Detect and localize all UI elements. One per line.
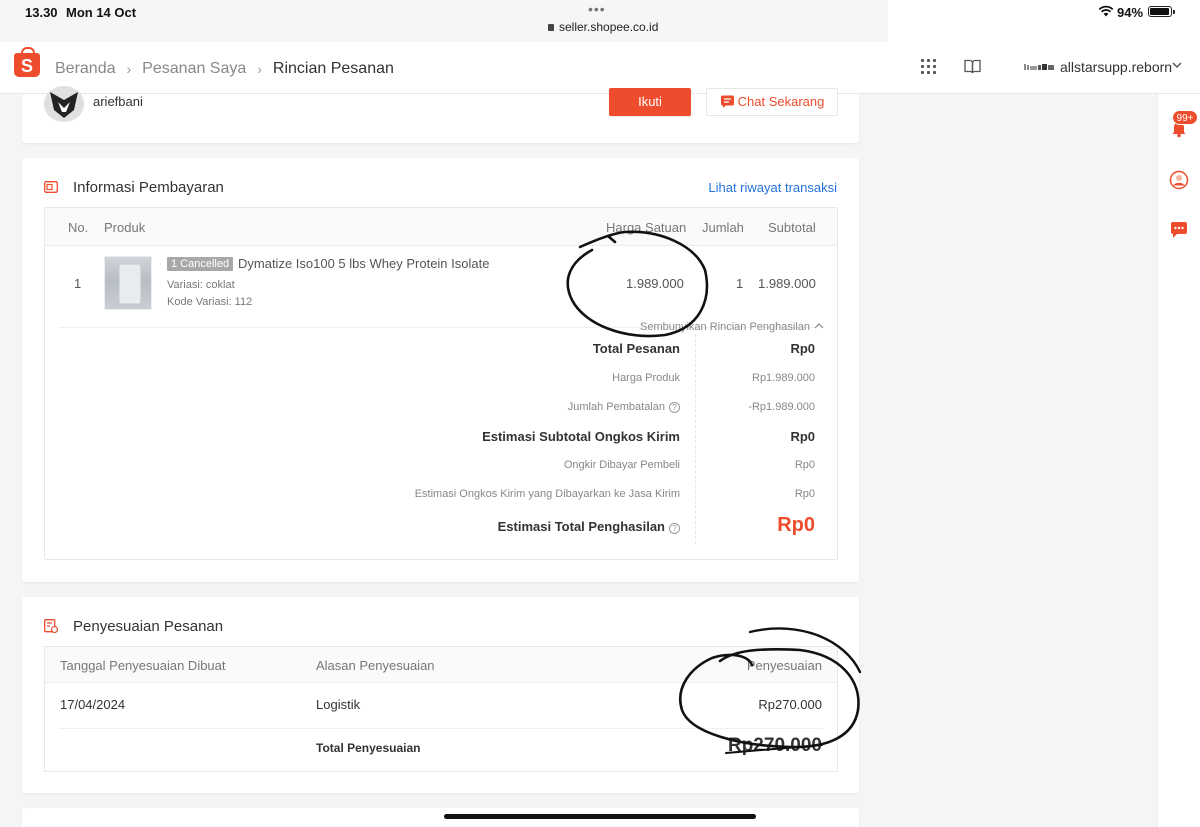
home-indicator[interactable] bbox=[444, 814, 756, 819]
total-order-label: Total Pesanan bbox=[592, 341, 680, 356]
adjustment-icon bbox=[44, 619, 58, 633]
apps-grid-icon[interactable] bbox=[921, 59, 936, 74]
chat-bubble-icon bbox=[720, 95, 734, 108]
col-no: No. bbox=[68, 220, 89, 235]
breadcrumb-current: Rincian Pesanan bbox=[272, 60, 394, 77]
col-adjustment-date: Tanggal Penyesuaian Dibuat bbox=[60, 658, 226, 673]
status-time: 13.30 bbox=[25, 5, 58, 20]
product-variation: Variasi: coklat bbox=[167, 279, 235, 291]
col-product: Produk bbox=[104, 220, 146, 235]
product-price-label: Harga Produk bbox=[612, 372, 680, 384]
product-thumbnail[interactable] bbox=[104, 256, 152, 310]
col-adjustment-amount: Penyesuaian bbox=[746, 658, 822, 673]
transaction-history-link[interactable]: Lihat riwayat transaksi bbox=[708, 180, 837, 195]
chevron-down-icon[interactable] bbox=[1171, 59, 1183, 71]
adjustment-total-label: Total Penyesuaian bbox=[316, 741, 421, 755]
product-price-value: Rp1.989.000 bbox=[752, 372, 815, 384]
shopee-logo-icon[interactable]: S bbox=[14, 47, 40, 77]
hide-income-details-toggle[interactable]: Sembunyikan Rincian Penghasilan bbox=[640, 321, 824, 333]
subtotal: 1.989.000 bbox=[758, 276, 816, 291]
buyer-card: ariefbani Ikuti Chat Sekarang bbox=[22, 86, 859, 143]
breadcrumb-orders[interactable]: Pesanan Saya bbox=[142, 60, 246, 78]
more-dots-icon[interactable]: ••• bbox=[588, 1, 606, 17]
divider bbox=[59, 728, 823, 729]
help-icon[interactable]: ? bbox=[669, 523, 680, 534]
breadcrumb-home[interactable]: Beranda bbox=[55, 60, 116, 78]
adjustment-date: 17/04/2024 bbox=[60, 697, 126, 712]
wifi-icon bbox=[1098, 5, 1114, 17]
adjustment-total-value: Rp270.000 bbox=[727, 735, 822, 756]
chat-icon[interactable] bbox=[1169, 221, 1189, 239]
total-income-text: Estimasi Total Penghasilan bbox=[497, 519, 665, 534]
col-qty: Jumlah bbox=[702, 220, 744, 235]
payment-table-header: No. Produk Harga Satuan Jumlah Subtotal bbox=[45, 208, 837, 246]
cancel-amount-value: -Rp1.989.000 bbox=[748, 401, 815, 413]
shipping-subtotal-value: Rp0 bbox=[790, 429, 815, 444]
adjustment-title: Penyesuaian Pesanan bbox=[73, 618, 224, 635]
total-order-value: Rp0 bbox=[790, 341, 815, 356]
help-icon[interactable]: ? bbox=[669, 402, 680, 413]
shop-name[interactable]: allstarsupp.reborn bbox=[1060, 59, 1172, 75]
product-name[interactable]: Dymatize Iso100 5 lbs Whey Protein Isola… bbox=[238, 256, 489, 271]
buyer-shipping-label: Ongkir Dibayar Pembeli bbox=[563, 459, 680, 471]
book-icon[interactable] bbox=[964, 59, 981, 74]
adjustment-table-header: Tanggal Penyesuaian Dibuat Alasan Penyes… bbox=[45, 647, 837, 683]
chevron-up-icon bbox=[814, 323, 824, 329]
notification-badge: 99+ bbox=[1172, 110, 1198, 125]
payment-table: No. Produk Harga Satuan Jumlah Subtotal … bbox=[44, 207, 838, 560]
total-income-value: Rp0 bbox=[777, 514, 815, 536]
total-income-label: Estimasi Total Penghasilan? bbox=[80, 519, 680, 534]
adjustment-reason: Logistik bbox=[316, 697, 361, 712]
buyer-name[interactable]: ariefbani bbox=[93, 94, 143, 109]
payment-info-title: Informasi Pembayaran bbox=[73, 179, 224, 196]
product-variation-code: Kode Variasi: 112 bbox=[167, 296, 253, 308]
table-row: 1 1 Cancelled Dymatize Iso100 5 lbs Whey… bbox=[45, 246, 837, 327]
cancel-amount-label: Jumlah Pembatalan? bbox=[80, 401, 680, 413]
address-bar[interactable]: seller.shopee.co.id bbox=[548, 20, 658, 34]
item-no: 1 bbox=[74, 276, 82, 291]
status-date: Mon 14 Oct bbox=[66, 5, 137, 20]
buyer-avatar[interactable] bbox=[44, 86, 84, 122]
status-bar: 13.30 Mon 14 Oct ••• seller.shopee.co.id bbox=[0, 0, 1200, 42]
cancelled-badge: 1 Cancelled bbox=[167, 257, 234, 271]
buyer-shipping-value: Rp0 bbox=[794, 459, 815, 471]
shipping-subtotal-label: Estimasi Subtotal Ongkos Kirim bbox=[482, 429, 680, 444]
col-adjustment-reason: Alasan Penyesuaian bbox=[316, 658, 435, 673]
toggle-label: Sembunyikan Rincian Penghasilan bbox=[640, 321, 810, 333]
url-text: seller.shopee.co.id bbox=[559, 20, 659, 34]
payment-info-card: Informasi Pembayaran Lihat riwayat trans… bbox=[22, 158, 859, 582]
chat-now-button[interactable]: Chat Sekarang bbox=[706, 88, 838, 116]
battery-percent: 94% bbox=[1117, 5, 1144, 20]
payment-icon bbox=[44, 181, 58, 193]
battery-icon bbox=[1148, 6, 1175, 17]
top-nav: S Beranda › Pesanan Saya › Rincian Pesan… bbox=[0, 42, 1200, 94]
col-subtotal: Subtotal bbox=[768, 220, 816, 235]
profile-icon[interactable] bbox=[1169, 170, 1189, 190]
adjustment-table: Tanggal Penyesuaian Dibuat Alasan Penyes… bbox=[44, 646, 838, 772]
order-adjustment-card: Penyesuaian Pesanan Tanggal Penyesuaian … bbox=[22, 597, 859, 793]
follow-button[interactable]: Ikuti bbox=[609, 88, 691, 116]
col-unit-price: Harga Satuan bbox=[606, 220, 687, 235]
chevron-right-icon: › bbox=[257, 61, 262, 77]
cancel-amount-text: Jumlah Pembatalan bbox=[567, 401, 665, 413]
adjustment-amount: Rp270.000 bbox=[758, 697, 822, 712]
courier-shipping-label: Estimasi Ongkos Kirim yang Dibayarkan ke… bbox=[414, 488, 680, 500]
courier-shipping-value: Rp0 bbox=[794, 488, 815, 500]
shop-logo-icon bbox=[1024, 64, 1054, 70]
quantity: 1 bbox=[736, 276, 744, 291]
breadcrumb: Beranda › Pesanan Saya › Rincian Pesanan bbox=[55, 60, 394, 78]
chevron-right-icon: › bbox=[126, 61, 132, 77]
lock-icon bbox=[548, 24, 554, 31]
chat-now-label: Chat Sekarang bbox=[737, 94, 825, 109]
right-sidebar bbox=[1157, 94, 1200, 827]
unit-price: 1.989.000 bbox=[626, 276, 684, 291]
